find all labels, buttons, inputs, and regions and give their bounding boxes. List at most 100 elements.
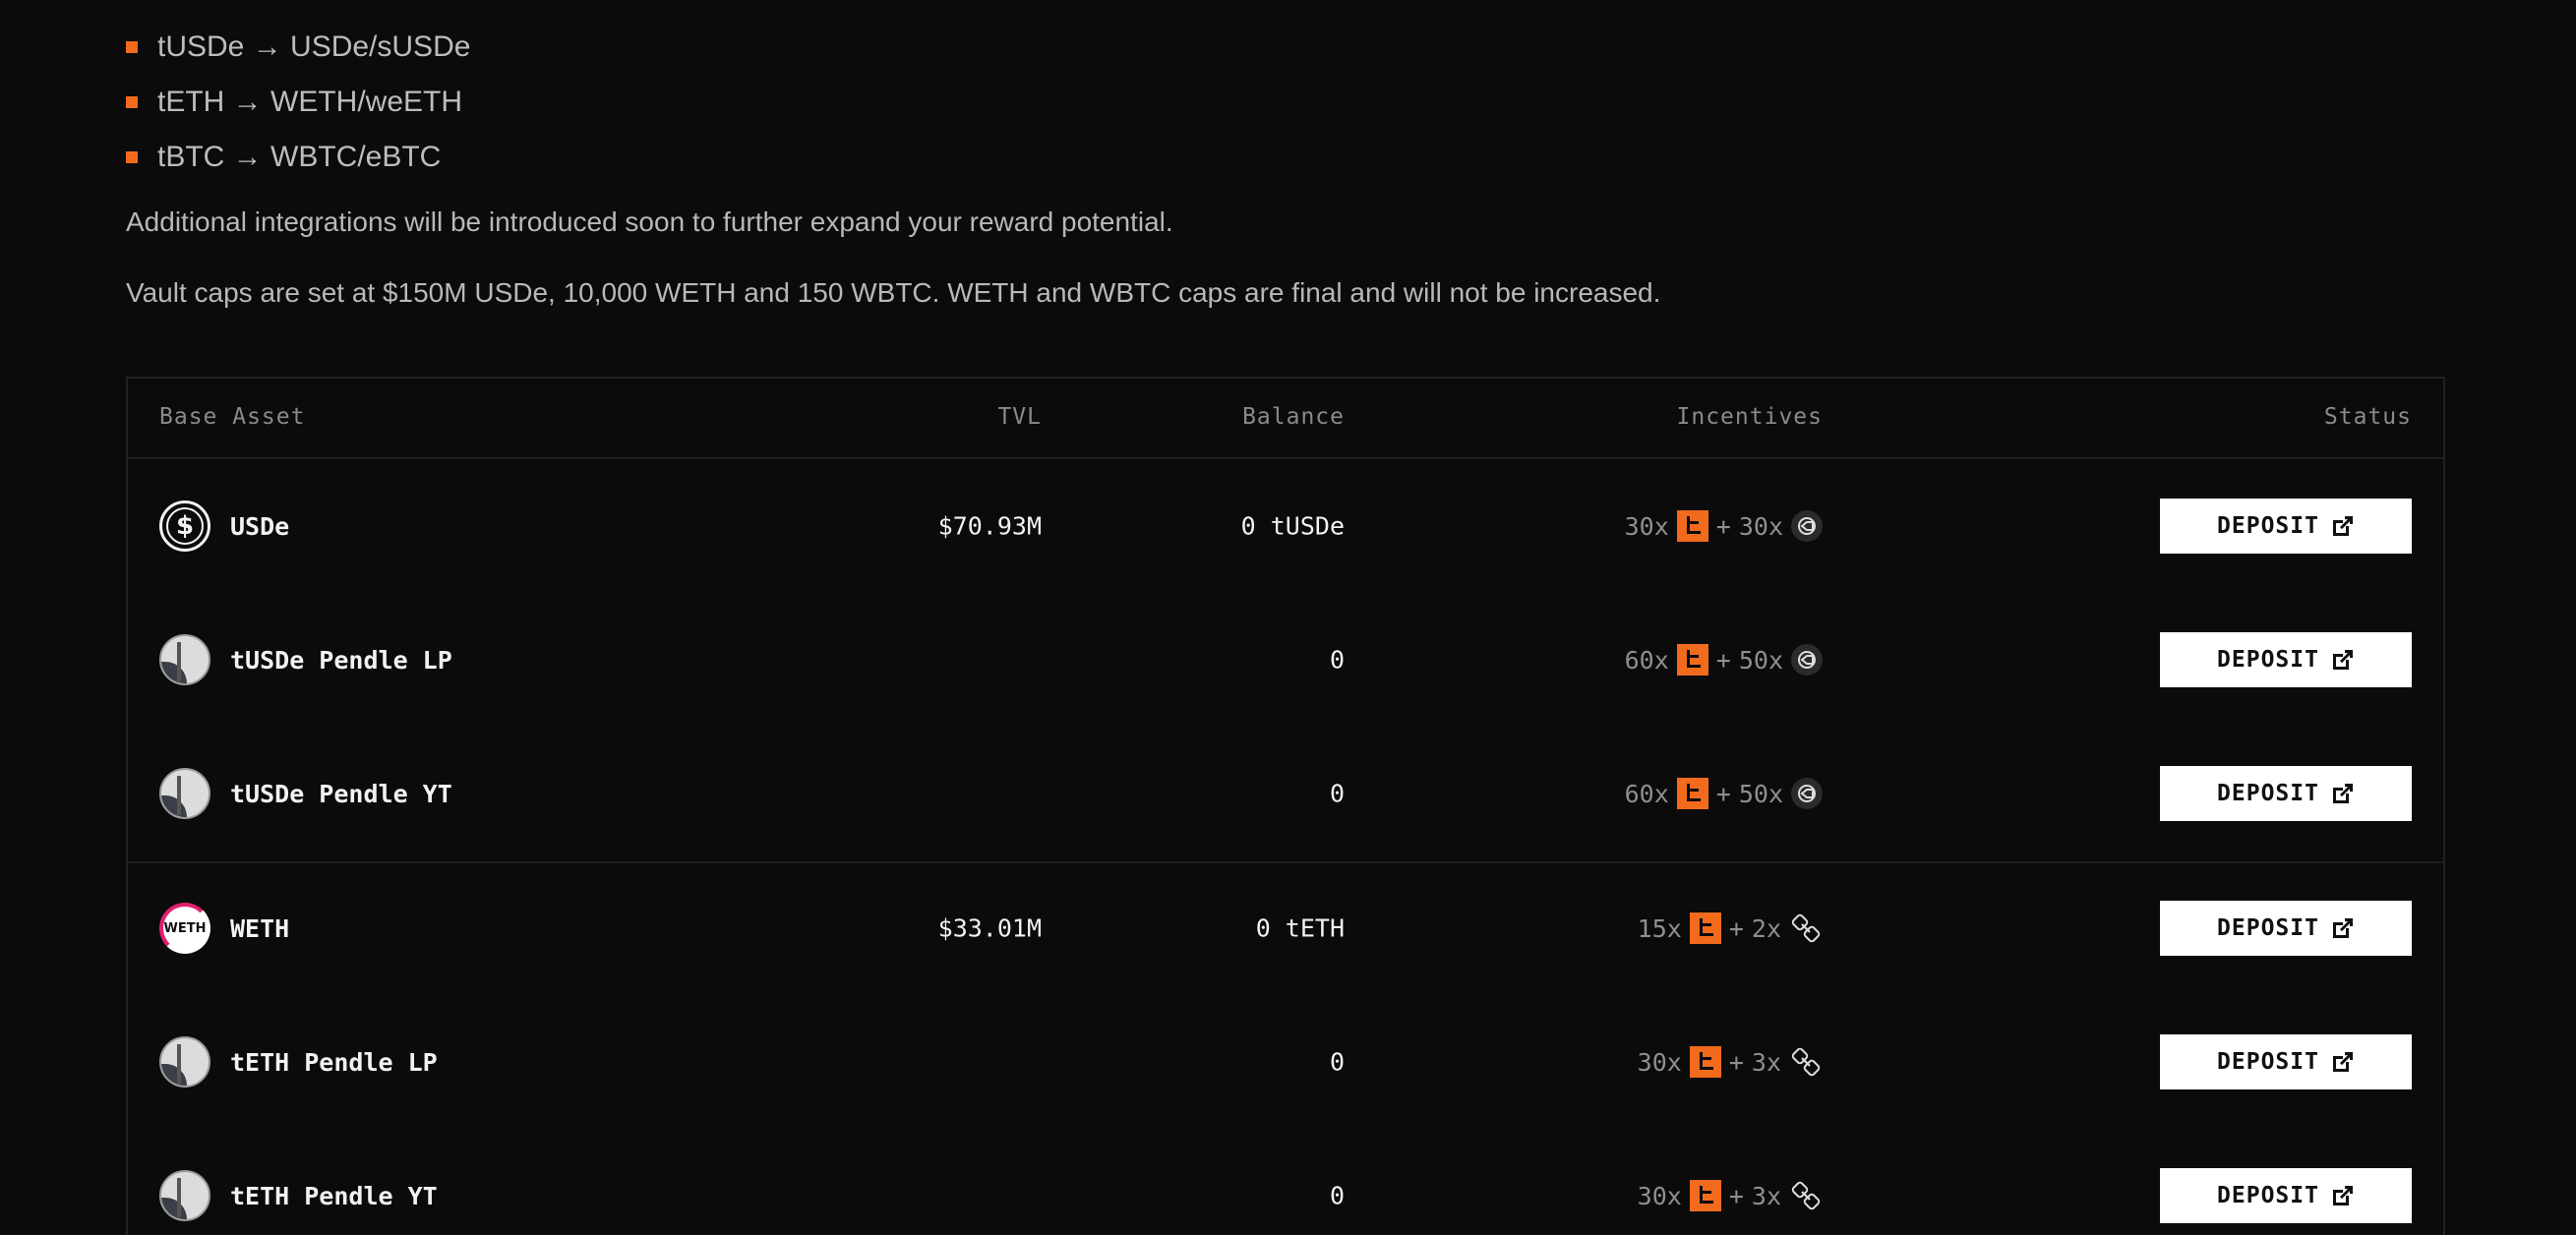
deposit-label: DEPOSIT [2217,1049,2319,1075]
asset-name: tETH Pendle LP [230,1047,438,1077]
deposit-button[interactable]: DEPOSIT [2160,1168,2412,1223]
multiplier-primary: 30x [1637,1047,1682,1077]
plus-sign: + [1728,1181,1744,1210]
status-cell: DEPOSIT [2160,1168,2412,1223]
usde-dollar-icon: $ [159,500,210,552]
header-tvl: TVL [997,404,1042,430]
external-link-icon [2332,784,2353,803]
external-link-icon [2332,650,2353,670]
plus-sign: + [1715,779,1731,808]
multiplier-secondary: 50x [1738,645,1783,675]
multiplier-primary: 30x [1637,1181,1682,1210]
deposit-button[interactable]: DEPOSIT [2160,1034,2412,1089]
asset-cell: tETH Pendle LP [159,1036,438,1088]
status-cell: DEPOSIT [2160,1034,2412,1089]
deposit-label: DEPOSIT [2217,647,2319,673]
balance-value: 0 [1329,1047,1345,1077]
plus-sign: + [1715,645,1731,675]
external-link-icon [2332,516,2353,536]
status-cell: DEPOSIT [2160,499,2412,554]
list-item: tETH → WETH/weETH [126,75,470,130]
header-incentives: Incentives [1676,404,1823,430]
status-cell: DEPOSIT [2160,632,2412,687]
balance-value: 0 [1329,645,1345,675]
table-row: tUSDe Pendle LP 0 60x + 50x DEPOSIT [128,593,2443,727]
deposit-button[interactable]: DEPOSIT [2160,499,2412,554]
pendle-icon [159,634,210,685]
deposit-label: DEPOSIT [2217,915,2319,941]
incentives-cell: 30x + 30x [1625,510,1823,542]
integrations-paragraph: Additional integrations will be introduc… [126,206,1173,237]
deposit-button[interactable]: DEPOSIT [2160,766,2412,821]
plus-sign: + [1728,1047,1744,1077]
treehouse-t-icon [1689,912,1721,944]
deposit-label: DEPOSIT [2217,1183,2319,1208]
table-row: WETH WETH $33.01M 0 tETH 15x + 2x DEPOSI… [128,861,2443,995]
multiplier-primary: 60x [1624,645,1669,675]
treehouse-t-icon [1689,1046,1721,1078]
asset-cell: tETH Pendle YT [159,1170,438,1221]
tvl-value: $33.01M [937,913,1042,943]
tvl-value: $70.93M [937,511,1042,541]
incentives-cell: 60x + 50x [1625,778,1823,809]
asset-name: tETH Pendle YT [230,1181,438,1210]
link-chain-icon [1789,1179,1823,1212]
external-link-icon [2332,918,2353,938]
deposit-button[interactable]: DEPOSIT [2160,901,2412,956]
list-item: tUSDe → USDe/sUSDe [126,20,470,75]
treehouse-t-icon [1676,510,1708,542]
bullet-square-icon [126,41,138,53]
plus-sign: + [1715,511,1731,541]
list-item-text: tETH → WETH/weETH [157,86,463,118]
header-base-asset: Base Asset [159,404,306,430]
header-balance: Balance [1242,404,1345,430]
vaults-table: Base Asset TVL Balance Incentives Status… [126,377,2445,1235]
header-status: Status [2323,404,2412,430]
external-link-icon [2332,1052,2353,1072]
deposit-label: DEPOSIT [2217,513,2319,539]
incentives-cell: 30x + 3x [1638,1179,1823,1212]
multiplier-primary: 60x [1624,779,1669,808]
external-link-icon [2332,1186,2353,1206]
multiplier-secondary: 30x [1738,511,1783,541]
status-cell: DEPOSIT [2160,901,2412,956]
multiplier-primary: 15x [1637,913,1682,943]
asset-name: tUSDe Pendle YT [230,779,452,808]
table-row: tETH Pendle LP 0 30x + 3x DEPOSIT [128,995,2443,1129]
asset-name: tUSDe Pendle LP [230,645,452,675]
pendle-icon [159,1036,210,1088]
balance-value: 0 tETH [1255,913,1345,943]
pendle-icon [159,768,210,819]
incentives-cell: 60x + 50x [1625,644,1823,676]
balance-value: 0 tUSDe [1240,511,1345,541]
ethena-coin-icon [1791,644,1823,676]
list-item: tBTC → WBTC/eBTC [126,130,470,185]
multiplier-secondary: 50x [1738,779,1783,808]
asset-name: USDe [230,511,290,541]
status-cell: DEPOSIT [2160,766,2412,821]
plus-sign: + [1728,913,1744,943]
vault-caps-paragraph: Vault caps are set at $150M USDe, 10,000… [126,277,1661,308]
balance-value: 0 [1329,1181,1345,1210]
table-row: tETH Pendle YT 0 30x + 3x DEPOSIT [128,1129,2443,1235]
list-item-text: tUSDe → USDe/sUSDe [157,30,471,63]
asset-cell: tUSDe Pendle YT [159,768,452,819]
deposit-label: DEPOSIT [2217,781,2319,806]
asset-cell: WETH WETH [159,903,289,954]
bullet-square-icon [126,151,138,163]
multiplier-secondary: 3x [1751,1181,1781,1210]
weth-icon: WETH [159,903,210,954]
link-chain-icon [1789,912,1823,945]
multiplier-secondary: 3x [1751,1047,1781,1077]
deposit-button[interactable]: DEPOSIT [2160,632,2412,687]
ethena-coin-icon [1791,778,1823,809]
balance-value: 0 [1329,779,1345,808]
asset-name: WETH [230,913,290,943]
treehouse-t-icon [1676,778,1708,809]
table-row: tUSDe Pendle YT 0 60x + 50x DEPOSIT [128,727,2443,860]
table-header: Base Asset TVL Balance Incentives Status [128,379,2443,459]
pendle-icon [159,1170,210,1221]
ethena-coin-icon [1791,510,1823,542]
multiplier-secondary: 2x [1751,913,1781,943]
table-row: $ USDe $70.93M 0 tUSDe 30x + 30x DEPOSIT [128,459,2443,593]
